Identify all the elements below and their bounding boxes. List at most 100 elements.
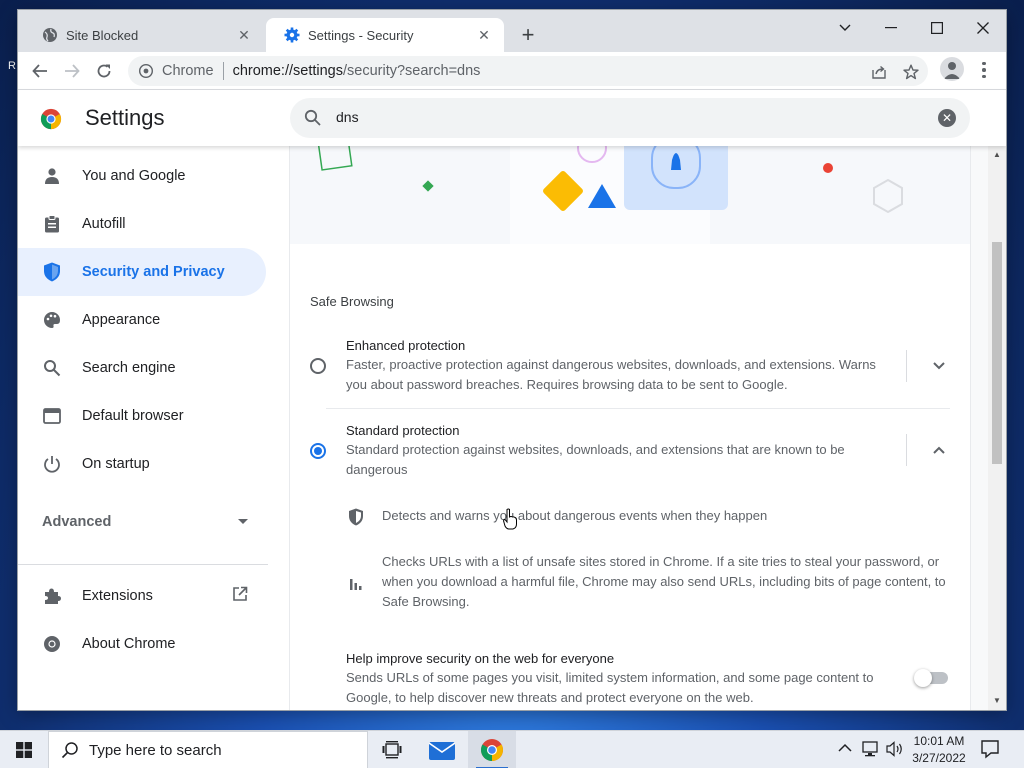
scheme-label: Chrome bbox=[162, 63, 214, 79]
settings-header: Settings dns ✕ bbox=[18, 90, 1006, 146]
enhanced-protection-radio[interactable] bbox=[310, 358, 326, 374]
sidebar-item-label: Autofill bbox=[82, 216, 126, 232]
tab-close-icon[interactable]: ✕ bbox=[476, 27, 492, 43]
notifications-icon[interactable] bbox=[980, 739, 1000, 764]
clear-search-icon[interactable]: ✕ bbox=[938, 109, 956, 127]
more-menu-icon[interactable] bbox=[976, 60, 992, 80]
sidebar-item-about-chrome[interactable]: About Chrome bbox=[18, 620, 266, 668]
enhanced-protection-title: Enhanced protection bbox=[346, 338, 466, 353]
windows-taskbar: Type here to search 10:01 AM 3/27/2022 bbox=[0, 730, 1024, 768]
help-improve-title: Help improve security on the web for eve… bbox=[346, 651, 615, 666]
tab-settings-security[interactable]: Settings - Security ✕ bbox=[266, 18, 504, 52]
page-title: Settings bbox=[85, 105, 165, 130]
external-link-icon bbox=[232, 586, 248, 606]
mail-icon bbox=[429, 742, 455, 760]
tab-close-icon[interactable]: ✕ bbox=[236, 27, 252, 43]
start-button[interactable] bbox=[0, 731, 48, 768]
sidebar-item-you-and-google[interactable]: You and Google bbox=[18, 152, 266, 200]
bookmark-star-icon[interactable] bbox=[902, 63, 920, 81]
task-view-icon bbox=[382, 741, 402, 759]
bar-chart-icon bbox=[346, 573, 366, 593]
sidebar-item-label: Extensions bbox=[82, 588, 153, 604]
back-button[interactable] bbox=[26, 57, 54, 85]
mail-app-button[interactable] bbox=[418, 731, 466, 768]
url-text: chrome://settings/security?search=dns bbox=[233, 63, 481, 79]
chrome-app-button[interactable] bbox=[468, 731, 516, 768]
scroll-up-arrow-icon[interactable]: ▲ bbox=[992, 150, 1002, 160]
sidebar-item-default-browser[interactable]: Default browser bbox=[18, 392, 266, 440]
forward-button[interactable] bbox=[58, 57, 86, 85]
clock-date: 3/27/2022 bbox=[912, 751, 966, 765]
search-query: dns bbox=[336, 109, 359, 125]
help-improve-toggle[interactable] bbox=[914, 669, 948, 687]
new-tab-button[interactable]: + bbox=[516, 24, 540, 48]
safe-browsing-card: Safe Browsing Enhanced protection Faster… bbox=[290, 146, 970, 710]
sidebar-item-search-engine[interactable]: Search engine bbox=[18, 344, 266, 392]
tab-search-chevron-icon[interactable] bbox=[822, 14, 868, 42]
standard-protection-radio[interactable] bbox=[310, 443, 326, 459]
enhanced-protection-desc: Faster, proactive protection against dan… bbox=[346, 357, 876, 392]
search-icon bbox=[61, 742, 78, 759]
sidebar-item-label: Security and Privacy bbox=[82, 264, 225, 280]
sidebar-item-label: Search engine bbox=[82, 360, 176, 376]
power-icon bbox=[42, 454, 62, 474]
collapse-chevron-up-icon[interactable] bbox=[932, 443, 946, 457]
desktop-edge-text: R bbox=[8, 60, 16, 72]
options-separator bbox=[326, 408, 950, 409]
search-icon bbox=[304, 109, 321, 126]
maximize-button[interactable] bbox=[914, 14, 960, 42]
sidebar-item-on-startup[interactable]: On startup bbox=[18, 440, 266, 488]
scroll-thumb[interactable] bbox=[992, 242, 1002, 464]
minimize-button[interactable] bbox=[868, 14, 914, 42]
address-separator bbox=[222, 62, 224, 80]
show-hidden-icons-chevron-icon[interactable] bbox=[838, 741, 852, 756]
share-icon[interactable] bbox=[870, 63, 888, 81]
advanced-section-toggle[interactable]: Advanced bbox=[42, 514, 248, 530]
chrome-logo-icon bbox=[481, 739, 503, 761]
sidebar-item-appearance[interactable]: Appearance bbox=[18, 296, 266, 344]
palette-icon bbox=[42, 310, 62, 330]
option-divider bbox=[906, 434, 907, 466]
url-path: /security?search=dns bbox=[343, 63, 481, 79]
profile-avatar-icon[interactable] bbox=[940, 57, 964, 81]
address-bar[interactable]: Chrome chrome://settings/security?search… bbox=[128, 56, 928, 86]
network-icon[interactable] bbox=[862, 741, 880, 760]
content-scrollbar[interactable]: ▲ ▼ bbox=[988, 146, 1006, 710]
volume-icon[interactable] bbox=[886, 741, 904, 760]
sidebar-item-extensions[interactable]: Extensions bbox=[18, 572, 266, 620]
task-view-button[interactable] bbox=[368, 731, 416, 768]
checks-urls-text: Checks URLs with a list of unsafe sites … bbox=[382, 554, 946, 609]
chrome-logo-icon bbox=[40, 108, 62, 130]
tab-site-blocked[interactable]: Site Blocked ✕ bbox=[24, 18, 264, 52]
settings-search-input[interactable]: dns ✕ bbox=[290, 98, 970, 138]
browser-toolbar: Chrome chrome://settings/security?search… bbox=[18, 52, 1006, 90]
clock-time: 10:01 AM bbox=[913, 734, 965, 748]
taskbar-search-box[interactable]: Type here to search bbox=[48, 731, 368, 768]
section-title-safe-browsing: Safe Browsing bbox=[310, 294, 394, 309]
reload-button[interactable] bbox=[90, 57, 118, 85]
url-host: chrome://settings bbox=[232, 63, 343, 79]
sidebar-item-label: About Chrome bbox=[82, 636, 176, 652]
sidebar-item-label: Default browser bbox=[82, 408, 184, 424]
toggle-knob bbox=[914, 669, 932, 687]
standard-protection-title: Standard protection bbox=[346, 423, 460, 438]
sidebar-item-autofill[interactable]: Autofill bbox=[18, 200, 266, 248]
tab-strip: Site Blocked ✕ Settings - Security ✕ + bbox=[18, 10, 1006, 52]
dropdown-arrow-icon bbox=[238, 519, 248, 524]
clipboard-icon bbox=[42, 214, 62, 234]
sidebar-divider bbox=[18, 564, 268, 565]
scroll-down-arrow-icon[interactable]: ▼ bbox=[992, 696, 1002, 706]
option-divider bbox=[906, 350, 907, 382]
hand-cursor-icon bbox=[503, 508, 517, 530]
sidebar-item-security-and-privacy[interactable]: Security and Privacy bbox=[18, 248, 266, 296]
expand-chevron-down-icon[interactable] bbox=[932, 359, 946, 373]
sidebar-item-label: You and Google bbox=[82, 168, 186, 184]
shield-half-icon bbox=[346, 507, 366, 527]
advanced-label: Advanced bbox=[42, 514, 112, 530]
tab-title: Settings - Security bbox=[308, 27, 414, 43]
help-improve-desc: Sends URLs of some pages you visit, limi… bbox=[346, 670, 874, 705]
close-window-button[interactable] bbox=[960, 14, 1006, 42]
system-clock[interactable]: 10:01 AM 3/27/2022 bbox=[908, 733, 970, 767]
globe-icon bbox=[42, 27, 58, 43]
detects-warns-text: Detects and warns you about dangerous ev… bbox=[382, 508, 768, 523]
